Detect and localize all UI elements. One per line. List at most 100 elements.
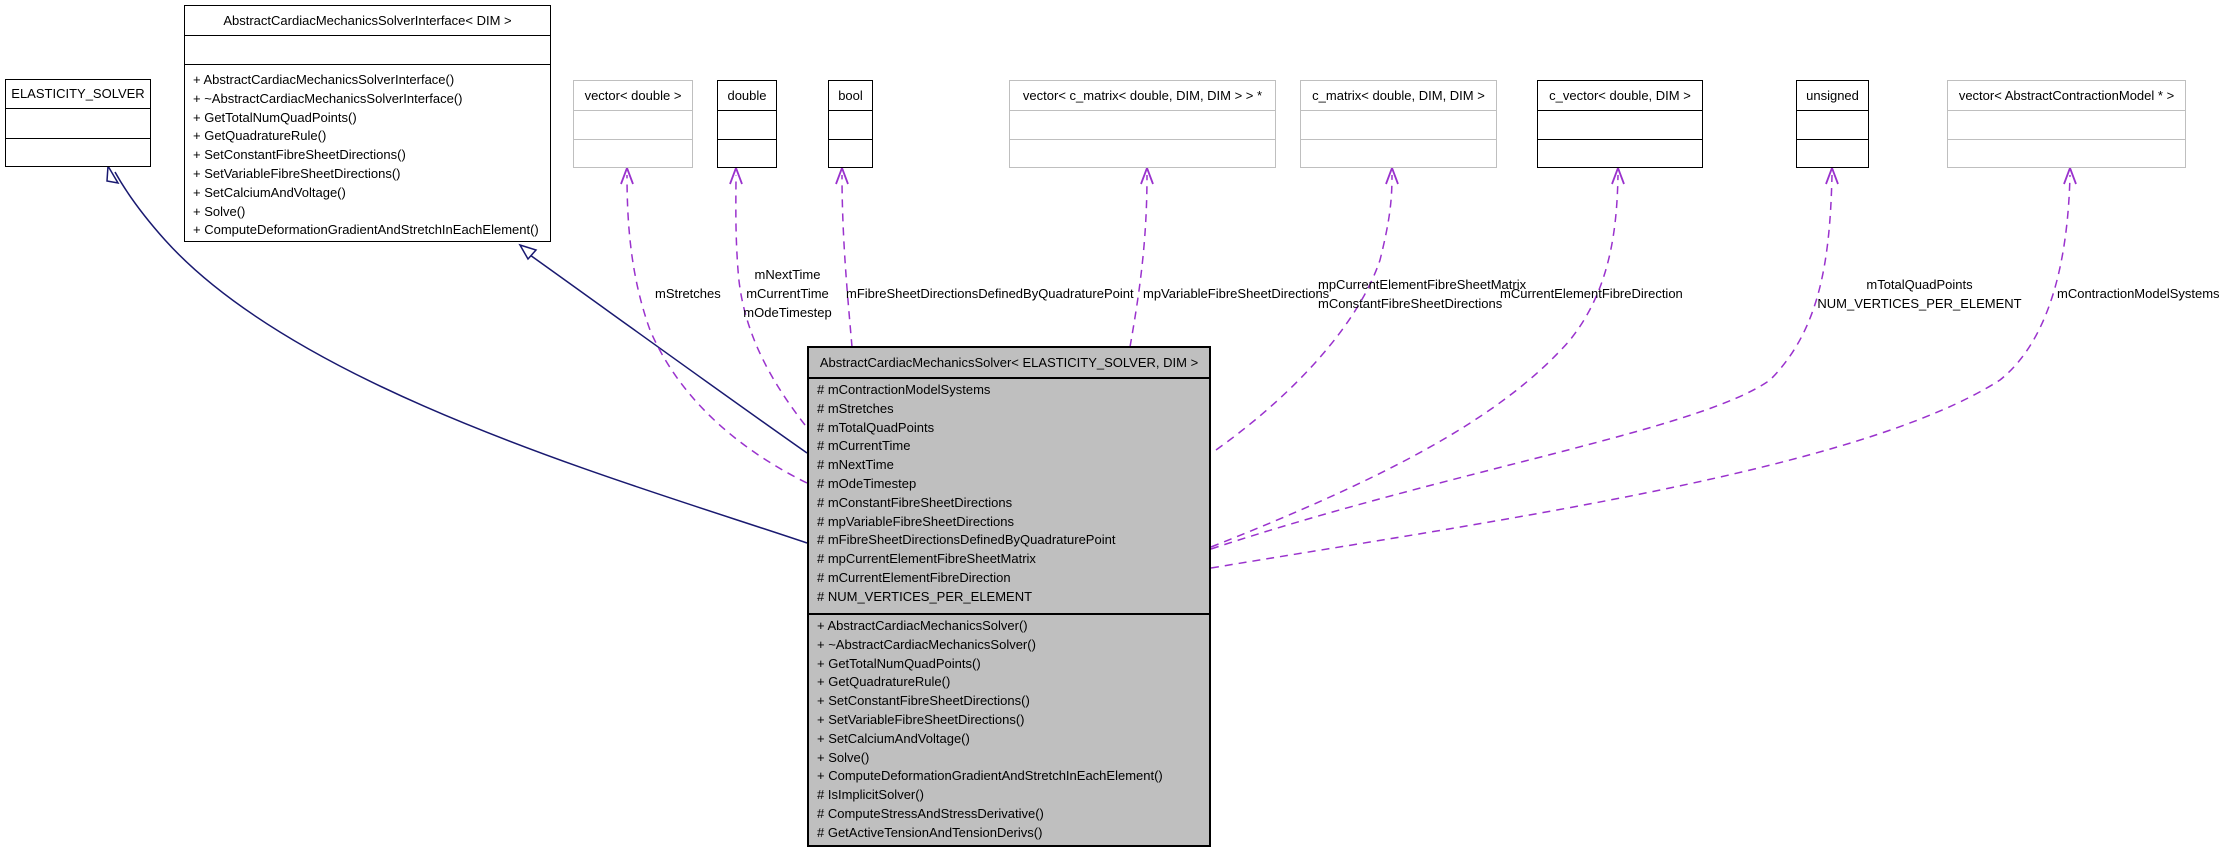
attribute-row: # mConstantFibreSheetDirections <box>817 494 1013 510</box>
edge-label-c-matrix: mpCurrentElementFibreSheetMatrix mConsta… <box>1318 275 1527 313</box>
usage-edge-vector-contraction <box>1210 174 2071 569</box>
edge-label-stretches: mStretches <box>655 284 721 303</box>
class-box-c-vector[interactable]: c_vector< double, DIM > <box>1537 80 1703 168</box>
class-name: double <box>727 88 767 103</box>
class-box-double[interactable]: double <box>717 80 777 168</box>
attribute-row: # mpCurrentElementFibreSheetMatrix <box>817 551 1036 567</box>
method-row: + Solve() <box>193 203 246 219</box>
method-row: + ComputeDeformationGradientAndStretchIn… <box>193 222 539 238</box>
class-name: vector< double > <box>584 88 682 103</box>
methods-section <box>1010 139 1275 167</box>
method-row: + GetTotalNumQuadPoints() <box>193 109 357 125</box>
edge-label-line: mConstantFibreSheetDirections <box>1318 296 1503 311</box>
attributes-section <box>6 108 150 138</box>
usage-edge-bool <box>841 174 853 348</box>
class-box-c-matrix[interactable]: c_matrix< double, DIM, DIM > <box>1300 80 1497 168</box>
class-name: ELASTICITY_SOLVER <box>11 86 145 101</box>
attributes-section <box>829 110 872 139</box>
class-name: c_matrix< double, DIM, DIM > <box>1312 88 1485 103</box>
edge-label-times: mNextTime mCurrentTime mOdeTimestep <box>740 265 835 322</box>
method-row: + SetCalciumAndVoltage() <box>817 730 970 746</box>
attributes-section: # mContractionModelSystems # mStretches … <box>809 377 1209 613</box>
edge-label-line: mFibreSheetDirectionsDefinedByQuadrature… <box>846 286 1134 301</box>
attribute-row: # mCurrentElementFibreDirection <box>817 569 1011 585</box>
method-row: + SetCalciumAndVoltage() <box>193 184 346 200</box>
class-box-elasticity-solver[interactable]: ELASTICITY_SOLVER <box>5 79 151 167</box>
attribute-row: # NUM_VERTICES_PER_ELEMENT <box>817 588 1033 604</box>
method-row: + Solve() <box>817 749 870 765</box>
usage-edge-vector-c-matrix <box>1129 174 1148 348</box>
edge-label-line: mpCurrentElementFibreSheetMatrix <box>1318 277 1527 292</box>
class-box-main[interactable]: AbstractCardiacMechanicsSolver< ELASTICI… <box>807 346 1211 847</box>
method-row: + ~AbstractCardiacMechanicsSolverInterfa… <box>193 90 463 106</box>
attribute-row: # mOdeTimestep <box>817 475 917 491</box>
edge-label-contraction: mContractionModelSystems <box>2057 284 2220 303</box>
class-box-unsigned[interactable]: unsigned <box>1796 80 1869 168</box>
class-box-vector-c-matrix[interactable]: vector< c_matrix< double, DIM, DIM > > * <box>1009 80 1276 168</box>
method-row: + AbstractCardiacMechanicsSolver() <box>817 618 1028 633</box>
edge-label-line: mCurrentTime <box>746 286 829 301</box>
class-name: AbstractCardiacMechanicsSolverInterface<… <box>223 13 512 28</box>
edge-label-bool: mFibreSheetDirectionsDefinedByQuadrature… <box>846 284 1134 303</box>
class-box-bool[interactable]: bool <box>828 80 873 168</box>
attribute-row: # mStretches <box>817 400 894 416</box>
class-box-vector-contraction-model[interactable]: vector< AbstractContractionModel * > <box>1947 80 2186 168</box>
methods-section <box>574 139 692 167</box>
attributes-section <box>574 110 692 139</box>
edge-label-line: mStretches <box>655 286 721 301</box>
attribute-row: # mContractionModelSystems <box>817 382 991 397</box>
method-row: # GetActiveTensionAndTensionDerivs() <box>817 824 1043 840</box>
attributes-section <box>1538 110 1702 139</box>
edge-label-line: mTotalQuadPoints <box>1866 277 1973 292</box>
edge-label-line: mCurrentElementFibreDirection <box>1500 286 1683 301</box>
class-name: bool <box>838 88 863 103</box>
method-row: + SetVariableFibreSheetDirections() <box>193 165 401 181</box>
attribute-row: # mTotalQuadPoints <box>817 419 935 435</box>
method-row: + GetQuadratureRule() <box>193 128 327 144</box>
edge-label-line: mOdeTimestep <box>743 305 832 320</box>
usage-edge-unsigned <box>1210 174 1833 550</box>
method-row: + ~AbstractCardiacMechanicsSolver() <box>817 636 1036 652</box>
methods-section <box>1538 139 1702 167</box>
class-name: c_vector< double, DIM > <box>1549 88 1691 103</box>
attributes-section <box>718 110 776 139</box>
method-row: + ComputeDeformationGradientAndStretchIn… <box>817 768 1163 784</box>
edge-label-unsigned: mTotalQuadPoints NUM_VERTICES_PER_ELEMEN… <box>1817 275 2022 313</box>
usage-edge-c-vector <box>1210 174 1619 548</box>
method-row: + SetConstantFibreSheetDirections() <box>193 147 406 163</box>
class-name: unsigned <box>1806 88 1859 103</box>
edge-label-line: mNextTime <box>754 267 821 282</box>
method-row: + GetQuadratureRule() <box>817 674 951 690</box>
edge-label-vector-c-matrix: mpVariableFibreSheetDirections <box>1143 284 1329 303</box>
class-box-interface[interactable]: AbstractCardiacMechanicsSolverInterface<… <box>184 5 551 242</box>
method-row: + SetConstantFibreSheetDirections() <box>817 693 1030 709</box>
attributes-section <box>1010 110 1275 139</box>
method-row: + SetVariableFibreSheetDirections() <box>817 711 1025 727</box>
class-box-vector-double[interactable]: vector< double > <box>573 80 693 168</box>
methods-section: + AbstractCardiacMechanicsSolverInterfac… <box>185 64 550 240</box>
attribute-row: # mpVariableFibreSheetDirections <box>817 513 1015 529</box>
method-row: + GetTotalNumQuadPoints() <box>817 655 981 671</box>
methods-section <box>6 138 150 166</box>
edge-label-line: mContractionModelSystems <box>2057 286 2220 301</box>
methods-section <box>1948 139 2185 167</box>
attribute-row: # mCurrentTime <box>817 438 911 454</box>
class-name: vector< c_matrix< double, DIM, DIM > > * <box>1022 88 1263 103</box>
method-row: # ComputeStressAndStressDerivative() <box>817 805 1044 821</box>
method-row: # IsImplicitSolver() <box>817 787 924 803</box>
methods-section <box>1797 139 1868 167</box>
class-name: AbstractCardiacMechanicsSolver< ELASTICI… <box>819 355 1199 370</box>
methods-section: + AbstractCardiacMechanicsSolver() + ~Ab… <box>809 613 1209 843</box>
methods-section <box>829 139 872 167</box>
attribute-row: # mFibreSheetDirectionsDefinedByQuadratu… <box>817 532 1116 548</box>
class-name: vector< AbstractContractionModel * > <box>1958 88 2175 103</box>
edge-label-c-vector: mCurrentElementFibreDirection <box>1500 284 1683 303</box>
method-row: + AbstractCardiacMechanicsSolverInterfac… <box>193 72 455 87</box>
usage-edge-vector-double <box>626 174 808 484</box>
attributes-section <box>185 35 550 64</box>
methods-section <box>718 139 776 167</box>
attributes-section <box>1301 110 1496 139</box>
edge-label-line: NUM_VERTICES_PER_ELEMENT <box>1817 296 2022 311</box>
edge-label-line: mpVariableFibreSheetDirections <box>1143 286 1330 301</box>
attributes-section <box>1948 110 2185 139</box>
